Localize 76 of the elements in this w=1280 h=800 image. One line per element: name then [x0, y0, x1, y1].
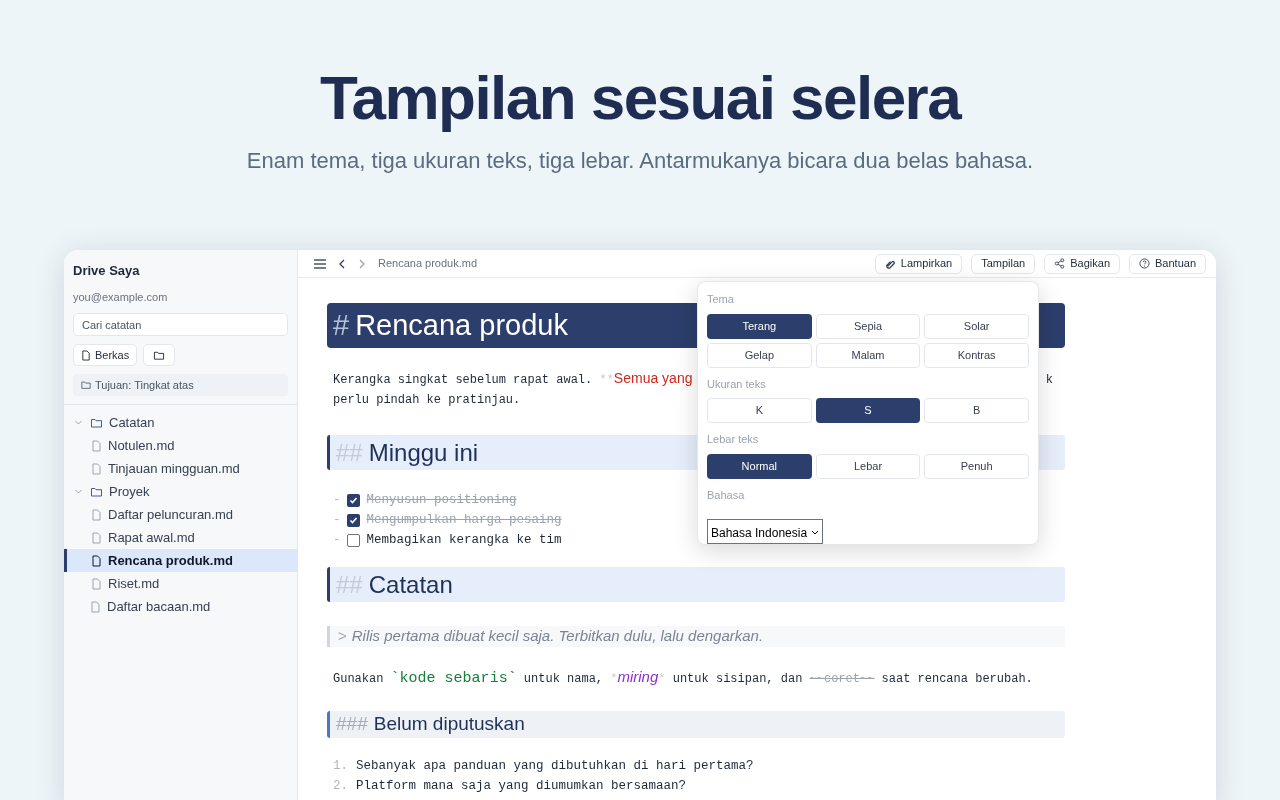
file-icon — [91, 462, 102, 475]
file-icon — [91, 439, 102, 452]
language-select[interactable]: Bahasa Indonesia — [707, 519, 823, 544]
heading-three: ### Belum diputuskan — [327, 711, 1065, 738]
list-number: 1. — [333, 757, 348, 775]
folder-icon — [90, 416, 103, 429]
file-icon — [91, 577, 102, 590]
account-email: you@example.com — [73, 289, 169, 305]
paragraph-text: Kerangka singkat sebelum rapat awal. **Semua yang — [333, 369, 693, 389]
file-icon — [90, 600, 101, 613]
list-marker: - — [333, 531, 341, 549]
file-icon — [91, 531, 102, 544]
hero-subtitle: Enam tema, tiga ukuran teks, tiga lebar. Antarmukanya bicara dua belas bahasa. — [246, 147, 1034, 175]
blockquote: > Rilis pertama dibuat kecil saja. Terbitkan dulu, lalu dengarkan. — [327, 626, 1065, 647]
toolbar-button[interactable]: Bantuan — [1129, 253, 1206, 274]
tree-item[interactable]: Daftar bacaan.md — [64, 595, 297, 618]
tree-item[interactable]: Proyek — [64, 480, 297, 503]
folder-icon — [153, 349, 166, 361]
help-icon — [1139, 258, 1150, 269]
toolbar-button[interactable]: Lampirkan — [874, 253, 963, 274]
list-marker: - — [333, 511, 341, 529]
tree-item[interactable]: Rapat awal.md — [64, 526, 297, 549]
task-text: Membagikan kerangka ke tim — [366, 531, 562, 549]
tree-item[interactable]: Daftar peluncuran.md — [64, 503, 297, 526]
option-button[interactable]: Sepia — [815, 313, 921, 339]
search-field[interactable]: Cari catatan — [73, 313, 288, 336]
file-path: Rencana produk.md — [378, 256, 478, 272]
share-icon — [1054, 258, 1066, 269]
tree-item[interactable]: Tinjauan mingguan.md — [64, 457, 297, 480]
section-label: Bahasa — [707, 487, 746, 503]
toolbar-button[interactable]: Bagikan — [1044, 253, 1120, 274]
menu-icon[interactable] — [314, 258, 326, 269]
paragraph-text: Gunakan `kode sebaris` untuk nama, *miring* untuk sisipan, dan ~~coret~~ saat rencana berubah. — [333, 667, 1033, 689]
list-number: 2. — [333, 777, 348, 795]
tree-item[interactable]: Catatan — [64, 411, 297, 434]
hero-title: Tampilan sesuai selera — [319, 62, 961, 134]
paragraph-text: perlu pindah ke pratinjau. — [333, 392, 521, 409]
option-button[interactable]: Kontras — [924, 342, 1029, 368]
option-button[interactable]: Malam — [815, 342, 921, 368]
folder-icon — [81, 380, 91, 390]
paperclip-icon — [884, 258, 896, 269]
heading-two: ## Catatan — [327, 567, 1065, 602]
list-marker: - — [333, 491, 341, 509]
option-button[interactable]: Gelap — [707, 342, 812, 368]
tree-item[interactable]: Notulen.md — [64, 434, 297, 457]
folder-icon — [90, 485, 103, 498]
section-label: Ukuran teks — [707, 376, 767, 392]
task-text: Menyusun positioning — [366, 491, 517, 509]
checkbox[interactable] — [346, 513, 360, 527]
sidebar-title: Drive Saya — [73, 262, 141, 280]
list-item-text: Platform mana saja yang diumumkan bersamaan? — [356, 777, 687, 795]
paragraph-text: k — [1045, 372, 1053, 389]
file-icon — [91, 508, 102, 521]
option-button[interactable]: K — [707, 398, 812, 423]
new-folder-button[interactable] — [143, 344, 176, 366]
option-button[interactable]: B — [924, 398, 1029, 423]
destination-label: Tujuan: Tingkat atas — [95, 377, 194, 393]
option-button[interactable]: Solar — [924, 313, 1029, 339]
tree-item[interactable]: Riset.md — [64, 572, 297, 595]
list-item-text: Sebanyak apa panduan yang dibutuhkan di hari pertama? — [356, 757, 754, 775]
option-button[interactable]: Normal — [707, 453, 812, 479]
chevron-down-icon — [811, 530, 819, 536]
checkbox[interactable] — [346, 533, 360, 547]
back-icon[interactable] — [338, 258, 346, 269]
task-text: Mengumpulkan harga pesaing — [366, 511, 562, 529]
checkbox[interactable] — [346, 493, 360, 507]
option-button[interactable]: Terang — [707, 313, 812, 339]
option-button[interactable]: Penuh — [924, 453, 1029, 479]
option-button[interactable]: Lebar — [815, 453, 921, 479]
option-button[interactable]: S — [815, 398, 921, 423]
file-icon — [91, 554, 102, 567]
file-icon — [81, 349, 91, 361]
section-label: Lebar teks — [707, 432, 760, 447]
new-file-button[interactable]: Berkas — [73, 344, 138, 366]
toolbar-button[interactable]: Tampilan — [971, 253, 1036, 274]
tree-item[interactable]: Rencana produk.md — [64, 549, 297, 572]
